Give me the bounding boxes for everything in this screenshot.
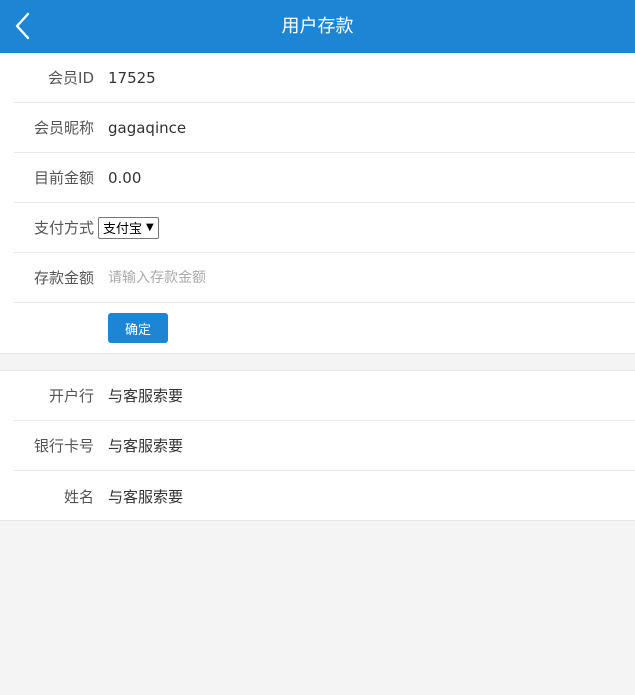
payment-method-selected: 支付宝 bbox=[103, 222, 143, 237]
confirm-row: 确定 bbox=[14, 303, 635, 353]
payment-method-row: 支付方式 支付宝 ▼ bbox=[14, 203, 635, 253]
member-id-label: 会员ID bbox=[48, 69, 94, 87]
app-header: 用户存款 bbox=[0, 0, 635, 53]
member-id-row: 会员ID 17525 bbox=[14, 53, 635, 103]
card-number-value: 与客服索要 bbox=[108, 437, 184, 455]
payment-method-select[interactable]: 支付宝 ▼ bbox=[98, 216, 159, 239]
card-number-label: 银行卡号 bbox=[33, 437, 94, 455]
confirm-button[interactable]: 确定 bbox=[108, 313, 168, 343]
card-number-row: 银行卡号 与客服索要 bbox=[14, 421, 635, 471]
name-value: 与客服索要 bbox=[108, 487, 184, 506]
payment-method-label: 支付方式 bbox=[33, 219, 94, 237]
page-title: 用户存款 bbox=[281, 16, 354, 37]
bank-value: 与客服索要 bbox=[108, 387, 184, 405]
bank-row: 开户行 与客服索要 bbox=[14, 371, 635, 421]
balance-value: 0.00 bbox=[108, 168, 142, 187]
member-id-value: 17525 bbox=[108, 68, 156, 87]
name-row: 姓名 与客服索要 bbox=[14, 471, 635, 521]
amount-label: 存款金额 bbox=[33, 269, 94, 287]
balance-label: 目前金额 bbox=[33, 169, 94, 187]
dropdown-arrow-icon: ▼ bbox=[146, 222, 154, 233]
bank-label: 开户行 bbox=[48, 387, 94, 405]
balance-row: 目前金额 0.00 bbox=[14, 153, 635, 203]
bank-info-panel: 开户行 与客服索要 银行卡号 与客服索要 姓名 与客服索要 bbox=[0, 370, 635, 521]
nickname-value: gagaqince bbox=[108, 118, 187, 137]
nickname-label: 会员昵称 bbox=[33, 119, 94, 137]
name-label: 姓名 bbox=[63, 487, 94, 506]
deposit-form: 会员ID 17525 会员昵称 gagaqince 目前金额 0.00 支付方式… bbox=[0, 53, 635, 354]
nickname-row: 会员昵称 gagaqince bbox=[14, 103, 635, 153]
amount-input[interactable] bbox=[108, 269, 408, 286]
amount-row: 存款金额 bbox=[14, 253, 635, 303]
